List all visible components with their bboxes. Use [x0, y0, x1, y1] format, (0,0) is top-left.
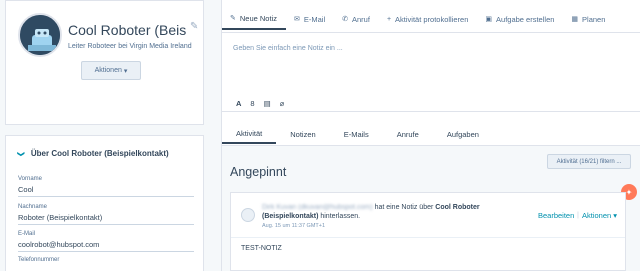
pinned-heading: Angepinnt: [230, 165, 287, 179]
subtab-emails[interactable]: E-Mails: [330, 124, 383, 144]
email-icon: ✉: [293, 16, 300, 23]
chevron-down-icon: ❯: [16, 150, 24, 157]
tab-call[interactable]: ✆ Anruf: [334, 8, 379, 30]
field-label-lastname: Nachname: [18, 204, 48, 210]
field-divider: [18, 196, 194, 197]
note-summary: Dirk Kuvan (dkuvan@hubspot.com) hat eine…: [262, 203, 502, 221]
actions-dropdown-button[interactable]: Aktionen ▾: [81, 61, 141, 80]
field-value-lastname[interactable]: Roboter (Beispielkontakt): [18, 213, 102, 222]
calendar-icon: ▦: [571, 16, 579, 23]
note-editor[interactable]: Geben Sie einfach eine Notiz ein ... A 8…: [222, 32, 640, 112]
field-value-firstname[interactable]: Cool: [18, 185, 33, 194]
phone-icon: ✆: [342, 16, 348, 23]
field-label-firstname: Vorname: [18, 176, 43, 182]
activity-panel: ✎ Neue Notiz ✉ E-Mail ✆ Anruf + Aktivitä…: [221, 0, 640, 271]
field-label-email: E-Mail: [18, 231, 36, 237]
tab-new-note[interactable]: ✎ Neue Notiz: [222, 8, 286, 30]
field-value-email[interactable]: coolrobot@hubspot.com: [18, 240, 99, 249]
tab-schedule[interactable]: ▦ Planen: [563, 8, 614, 30]
pinned-note-card: Dirk Kuvan (dkuvan@hubspot.com) hat eine…: [230, 192, 626, 271]
profile-card: Cool Roboter (Beisp ✎ Leiter Roboteer be…: [5, 0, 204, 125]
actions-label: Aktionen: [94, 67, 122, 74]
subtab-notes[interactable]: Notizen: [276, 124, 329, 144]
author-avatar: [241, 208, 255, 222]
contact-name: Cool Roboter (Beisp: [68, 22, 186, 38]
snippet-icon[interactable]: 8: [250, 99, 254, 108]
about-section-toggle[interactable]: ❯ Über Cool Roboter (Beispielkontakt): [16, 149, 169, 158]
filter-activity-button[interactable]: Aktivität (16/21) filtern ...: [547, 154, 631, 169]
field-label-phone: Telefonnummer: [18, 257, 60, 263]
text-format-icon[interactable]: A: [236, 99, 241, 108]
note-author: Dirk Kuvan (dkuvan@hubspot.com): [262, 204, 373, 211]
note-text-middle: hat eine Notiz über: [374, 204, 434, 211]
tab-label: Anruf: [352, 14, 370, 24]
note-body: TEST-NOTIZ: [241, 245, 282, 252]
note-actions-dropdown[interactable]: Aktionen ▾: [582, 211, 617, 220]
note-toolbar: A 8 ▤ ⌀: [236, 99, 284, 108]
edit-icon: ✎: [230, 15, 236, 22]
tab-label: Aktivität protokollieren: [395, 14, 469, 24]
field-divider: [18, 251, 194, 252]
tab-email[interactable]: ✉ E-Mail: [286, 8, 334, 30]
contact-subtitle: Leiter Roboteer bei Virgin Media Ireland: [68, 43, 192, 50]
tab-label: Planen: [582, 14, 606, 24]
about-section-title: Über Cool Roboter (Beispielkontakt): [30, 149, 169, 158]
subtab-activity[interactable]: Aktivität: [222, 124, 277, 144]
robot-avatar-icon: [18, 13, 62, 57]
tab-create-task[interactable]: ▣ Aufgabe erstellen: [477, 8, 563, 30]
plus-icon: +: [386, 15, 392, 23]
activity-subtabs: Aktivität Notizen E-Mails Anrufe Aufgabe…: [222, 124, 493, 144]
activity-timeline: Aktivität (16/21) filtern ... Angepinnt …: [222, 146, 640, 271]
tab-label: Neue Notiz: [239, 13, 277, 23]
tab-log-activity[interactable]: + Aktivität protokollieren: [379, 8, 477, 30]
pencil-icon[interactable]: ✎: [190, 21, 198, 32]
note-text-end: hinterlassen.: [320, 213, 361, 220]
subtab-calls[interactable]: Anrufe: [383, 124, 433, 144]
edit-link[interactable]: Bearbeiten: [538, 211, 574, 220]
attachment-icon[interactable]: ⌀: [280, 99, 285, 108]
subtab-tasks[interactable]: Aufgaben: [433, 124, 493, 144]
document-icon[interactable]: ▤: [264, 99, 271, 108]
field-divider: [18, 224, 194, 225]
caret-down-icon: ▾: [123, 67, 128, 75]
note-placeholder: Geben Sie einfach eine Notiz ein ...: [233, 45, 343, 52]
task-icon: ▣: [485, 16, 493, 23]
note-actions-label: Aktionen: [582, 211, 612, 220]
note-divider: [231, 237, 625, 238]
tab-label: E-Mail: [303, 14, 326, 24]
action-tabs: ✎ Neue Notiz ✉ E-Mail ✆ Anruf + Aktivitä…: [222, 8, 614, 30]
tab-label: Aufgabe erstellen: [496, 14, 555, 24]
separator: |: [577, 210, 579, 219]
about-card: ❯ Über Cool Roboter (Beispielkontakt) Vo…: [5, 135, 204, 271]
note-timestamp: Aug. 15 um 11:37 GMT+1: [262, 223, 326, 229]
caret-down-icon: ▾: [613, 211, 618, 220]
